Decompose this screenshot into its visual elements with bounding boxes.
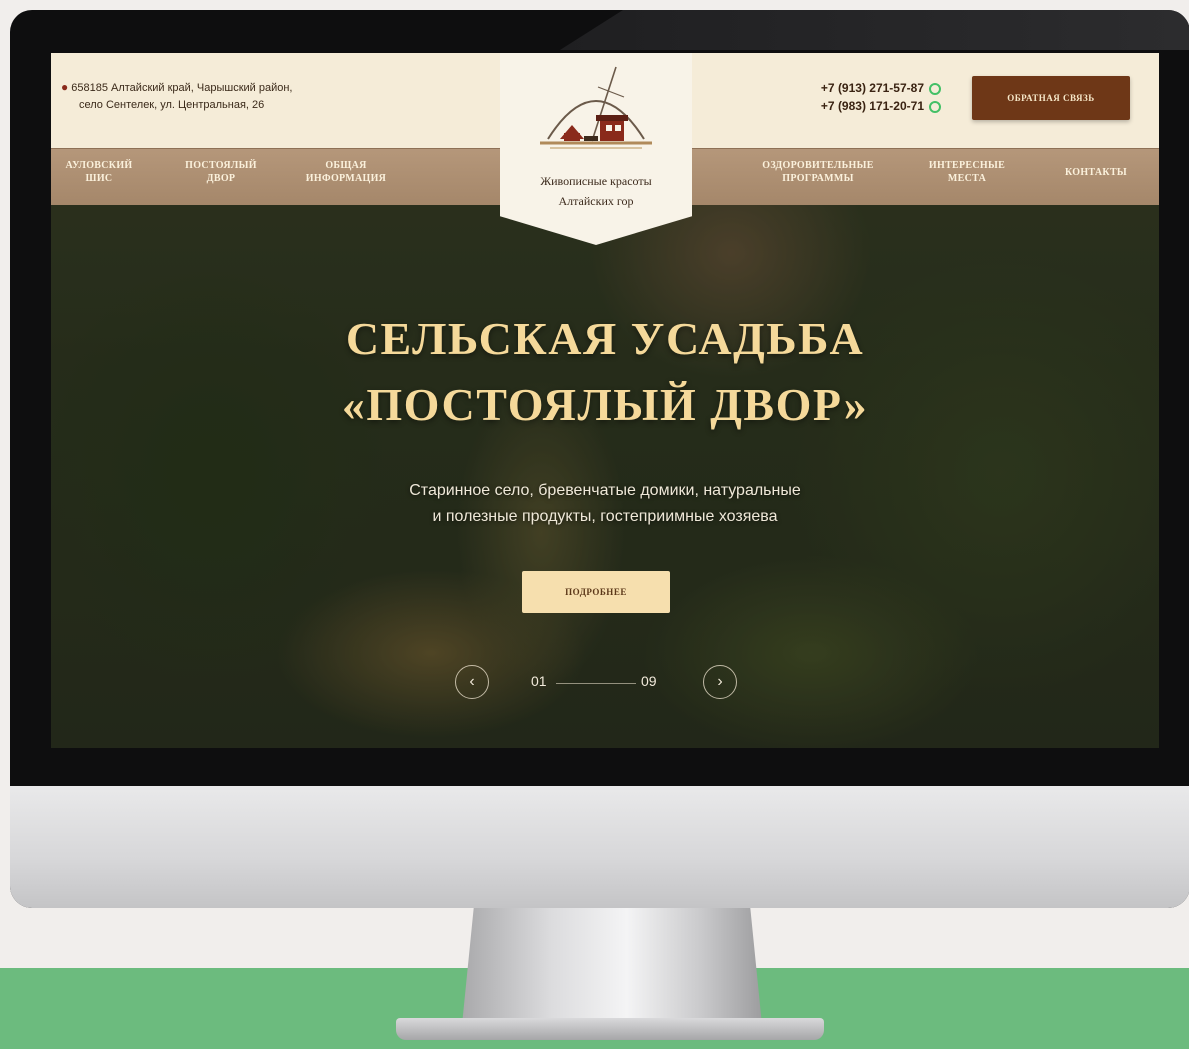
nav-item-aulovsky[interactable]: АУЛОВСКИЙ ШИС	[59, 159, 139, 185]
hero-subtitle-line-1: Старинное село, бревенчатые домики, нату…	[409, 482, 801, 499]
monitor-stand-base	[396, 1018, 824, 1040]
nav-item-label: АУЛОВСКИЙ	[65, 160, 133, 171]
nav-item-label: ПРОГРАММЫ	[782, 173, 854, 184]
monitor-stand	[462, 905, 762, 1025]
nav-item-health-programs[interactable]: ОЗДОРОВИТЕЛЬНЫЕ ПРОГРАММЫ	[743, 159, 893, 185]
location-pin-icon: ●	[61, 80, 69, 94]
hero-title-line-1: СЕЛЬСКАЯ УСАДЬБА	[345, 313, 865, 364]
nav-item-label: МЕСТА	[947, 173, 987, 184]
more-button[interactable]: ПОДРОБНЕЕ	[522, 571, 670, 613]
slide-total: 09	[641, 673, 657, 689]
nav-item-label: КОНТАКТЫ	[1064, 167, 1128, 178]
logo-caption-line-1: Живописные красоты	[540, 174, 652, 188]
monitor-glare	[560, 10, 1189, 50]
whatsapp-icon[interactable]	[929, 83, 941, 95]
address-line-2: село Сентелек, ул. Центральная, 26	[79, 99, 265, 111]
nav-item-label: ИНТЕРЕСНЫЕ	[928, 160, 1006, 171]
nav-item-label: ИНФОРМАЦИЯ	[305, 173, 387, 184]
logo-caption: Живописные красоты Алтайских гор	[500, 171, 692, 211]
phone-link-1[interactable]: +7 (913) 271-57-87	[821, 81, 924, 95]
chevron-right-icon[interactable]: ›	[703, 665, 737, 699]
nav-item-label: ПОСТОЯЛЫЙ	[185, 160, 257, 171]
hero-subtitle-line-2: и полезные продукты, гостеприимные хозяе…	[432, 508, 778, 525]
address: ● 658185 Алтайский край, Чарышский район,…	[61, 79, 293, 114]
hero-title: СЕЛЬСКАЯ УСАДЬБА «ПОСТОЯЛЫЙ ДВОР»	[51, 306, 1159, 438]
monitor-chin	[10, 786, 1189, 908]
nav-item-label: ДВОР	[206, 173, 236, 184]
nav-item-contacts[interactable]: КОНТАКТЫ	[1046, 166, 1146, 179]
phones: +7 (913) 271-57-87 +7 (983) 171-20-71	[781, 79, 941, 115]
logo-icon	[540, 66, 652, 149]
nav-item-places[interactable]: ИНТЕРЕСНЫЕ МЕСТА	[917, 159, 1017, 185]
slider-controls: ‹ 01 09 ›	[451, 663, 751, 703]
website-screen: ● 658185 Алтайский край, Чарышский район,…	[51, 53, 1159, 748]
nav-item-general-info[interactable]: ОБЩАЯ ИНФОРМАЦИЯ	[296, 159, 396, 185]
slide-current: 01	[531, 673, 547, 689]
hero-subtitle: Старинное село, бревенчатые домики, нату…	[51, 478, 1159, 530]
hero-title-line-2: «ПОСТОЯЛЫЙ ДВОР»	[341, 379, 869, 430]
nav-item-label: ШИС	[85, 173, 113, 184]
nav-item-inn[interactable]: ПОСТОЯЛЫЙ ДВОР	[176, 159, 266, 185]
phone-link-2[interactable]: +7 (983) 171-20-71	[821, 99, 924, 113]
address-line-1: 658185 Алтайский край, Чарышский район,	[71, 82, 293, 94]
logo-badge[interactable]	[500, 53, 692, 245]
nav-item-label: ОЗДОРОВИТЕЛЬНЫЕ	[762, 160, 874, 171]
feedback-button[interactable]: ОБРАТНАЯ СВЯЗЬ	[972, 76, 1130, 120]
logo-caption-line-2: Алтайских гор	[558, 194, 634, 208]
nav-item-label: ОБЩАЯ	[325, 160, 367, 171]
chevron-left-icon[interactable]: ‹	[455, 665, 489, 699]
slider-track	[556, 683, 636, 684]
whatsapp-icon[interactable]	[929, 101, 941, 113]
